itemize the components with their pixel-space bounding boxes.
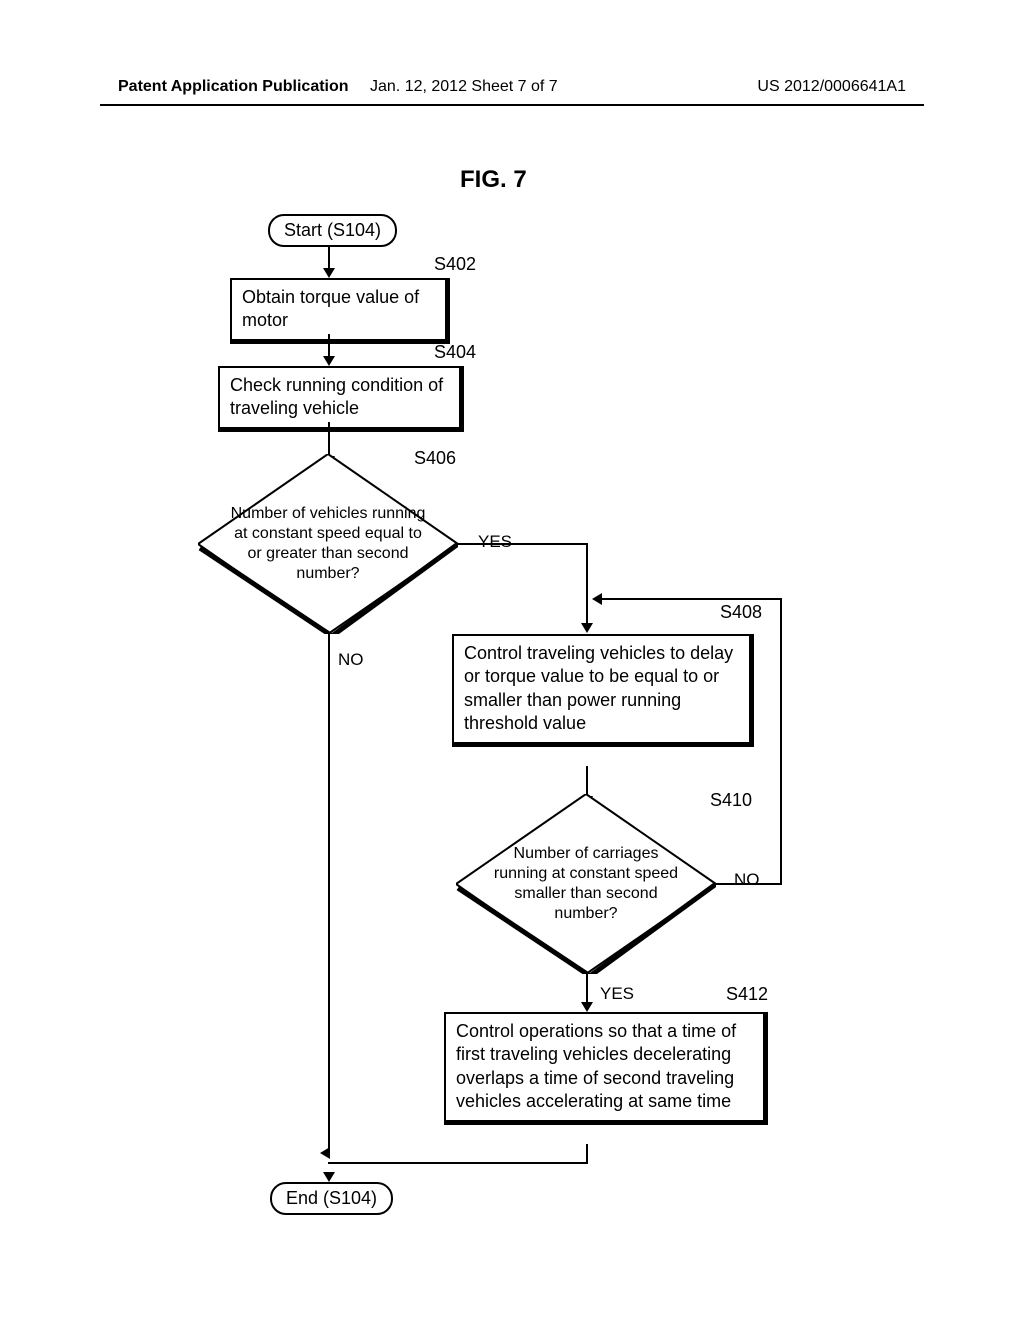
connector bbox=[328, 634, 330, 1156]
arrowhead-icon bbox=[323, 1172, 335, 1182]
process-s412: Control operations so that a time of fir… bbox=[444, 1012, 768, 1125]
branch-no: NO bbox=[734, 870, 760, 890]
start-terminator: Start (S104) bbox=[268, 214, 397, 247]
connector bbox=[458, 543, 588, 545]
step-label-s410: S410 bbox=[710, 790, 752, 811]
connector bbox=[600, 598, 782, 600]
connector bbox=[328, 334, 330, 358]
step-label-s404: S404 bbox=[434, 342, 476, 363]
step-label-s412: S412 bbox=[726, 984, 768, 1005]
arrowhead-icon bbox=[323, 268, 335, 278]
connector bbox=[586, 543, 588, 625]
arrowhead-icon bbox=[581, 623, 593, 633]
connector bbox=[328, 1162, 588, 1164]
arrowhead-icon bbox=[581, 1002, 593, 1012]
decision-text: Number of vehicles running at constant s… bbox=[228, 504, 428, 584]
process-s404: Check running condition of traveling veh… bbox=[218, 366, 464, 432]
step-label-s408: S408 bbox=[720, 602, 762, 623]
connector bbox=[586, 1144, 588, 1164]
decision-s410: Number of carriages running at constant … bbox=[456, 794, 716, 974]
connector bbox=[780, 598, 782, 885]
branch-no: NO bbox=[338, 650, 364, 670]
arrowhead-icon bbox=[592, 593, 602, 605]
connector bbox=[716, 883, 782, 885]
connector bbox=[328, 422, 330, 458]
connector bbox=[328, 246, 330, 270]
arrowhead-icon bbox=[320, 1147, 330, 1159]
branch-yes: YES bbox=[600, 984, 634, 1004]
branch-yes: YES bbox=[478, 532, 512, 552]
process-s408: Control traveling vehicles to delay or t… bbox=[452, 634, 754, 747]
arrowhead-icon bbox=[323, 356, 335, 366]
process-s402: Obtain torque value of motor bbox=[230, 278, 450, 344]
step-label-s402: S402 bbox=[434, 254, 476, 275]
end-terminator: End (S104) bbox=[270, 1182, 393, 1215]
decision-s406: Number of vehicles running at constant s… bbox=[198, 454, 458, 634]
flowchart: Start (S104) S402 Obtain torque value of… bbox=[0, 0, 1024, 1320]
decision-text: Number of carriages running at constant … bbox=[486, 844, 686, 924]
connector bbox=[586, 974, 588, 1004]
